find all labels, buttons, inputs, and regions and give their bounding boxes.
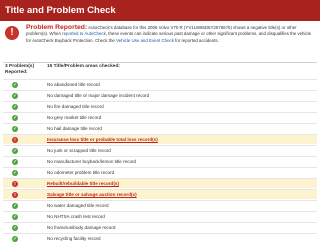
check-icon: ✓ <box>12 170 18 176</box>
checklist-row: ✓ No grey market title record <box>3 112 317 122</box>
checklist-row-label: No hail damage title record <box>47 126 102 131</box>
problem-count-label: 3 Problem(s) Reported: <box>5 64 35 75</box>
checklist-row: ✓ No water damaged title record <box>3 200 317 210</box>
check-icon: ✓ <box>12 225 18 231</box>
checklist-row-label: No manufacturer buyback/lemon title reco… <box>47 159 137 164</box>
divider <box>3 62 317 63</box>
check-icon: ✓ <box>12 203 18 209</box>
checklist-row-label: No frame/unibody damage record <box>47 225 116 230</box>
checklist-row: ✓ No odometer problem title record <box>3 167 317 177</box>
checklist-row-label[interactable]: Rebuilt/rebuildable title record(s) <box>47 179 119 188</box>
check-icon: ✓ <box>12 115 18 121</box>
checklist-row: ! Insurance loss title or probable total … <box>3 134 317 144</box>
checklist-row: ✓ No junk or scrapped title record <box>3 145 317 155</box>
problem-icon: ! <box>12 181 18 187</box>
checklist-row: ! Rebuilt/rebuildable title record(s) <box>3 178 317 188</box>
check-icon: ✓ <box>12 148 18 154</box>
alert-icon: ! <box>5 26 19 40</box>
checklist-row-label: No junk or scrapped title record <box>47 148 111 153</box>
checklist-row: ✓ No manufacturer buyback/lemon title rec… <box>3 156 317 166</box>
problem-icon: ! <box>12 192 18 198</box>
checklist-row-label: No odometer problem title record <box>47 170 115 175</box>
checklist-row: ✓ No fire damaged title record <box>3 101 317 111</box>
checklist-row: ✓ No hail damage title record <box>3 123 317 133</box>
checklist-row-label: No damaged title or major damage inciden… <box>47 93 150 98</box>
checklist-row-label[interactable]: Insurance loss title or probable total l… <box>47 135 158 144</box>
checklist-row-label: No fire damaged title record <box>47 104 104 109</box>
alert-message: Problem Reported: AutoCheck's database f… <box>26 24 316 44</box>
check-icon: ✓ <box>12 93 18 99</box>
checklist-row: ✓ No damaged title or major damage incide… <box>3 90 317 100</box>
alert-title: Problem Reported: <box>26 24 88 31</box>
areas-checked-label: 15 Title/Problem areas checked: <box>47 64 120 69</box>
problem-alert: ! Problem Reported: AutoCheck's database… <box>3 24 315 60</box>
section-title: Title and Problem Check <box>5 5 116 16</box>
reported-link[interactable]: reported to AutoCheck <box>62 31 106 36</box>
checklist-row: ✓ No NHTSA crash test record <box>3 211 317 221</box>
checklist-row-label: No NHTSA crash test record <box>47 214 105 219</box>
checklist-row-label: No grey market title record <box>47 115 102 120</box>
checklist-row-label: No abandoned title record <box>47 82 100 87</box>
checklist-row-label: No recycling facility record <box>47 236 101 241</box>
checklist-row: ! Salvage title or salvage auction record… <box>3 189 317 199</box>
check-icon: ✓ <box>12 159 18 165</box>
problem-icon: ! <box>12 137 18 143</box>
checklist-row: ✓ No abandoned title record <box>3 79 317 89</box>
vehicle-use-event-link[interactable]: Vehicle Use and Event Check <box>116 38 174 43</box>
check-icon: ✓ <box>12 236 18 242</box>
section-header: Title and Problem Check <box>0 0 320 21</box>
checklist-row: ✓ No recycling facility record <box>3 233 317 243</box>
check-icon: ✓ <box>12 104 18 110</box>
checklist-row-label[interactable]: Salvage title or salvage auction record(… <box>47 190 137 199</box>
check-icon: ✓ <box>12 82 18 88</box>
check-icon: ✓ <box>12 214 18 220</box>
alert-text-3: for reported accidents. <box>173 37 219 43</box>
checklist-row: ✓ No frame/unibody damage record <box>3 222 317 232</box>
checklist-row-label: No water damaged title record <box>47 203 109 208</box>
check-icon: ✓ <box>12 126 18 132</box>
